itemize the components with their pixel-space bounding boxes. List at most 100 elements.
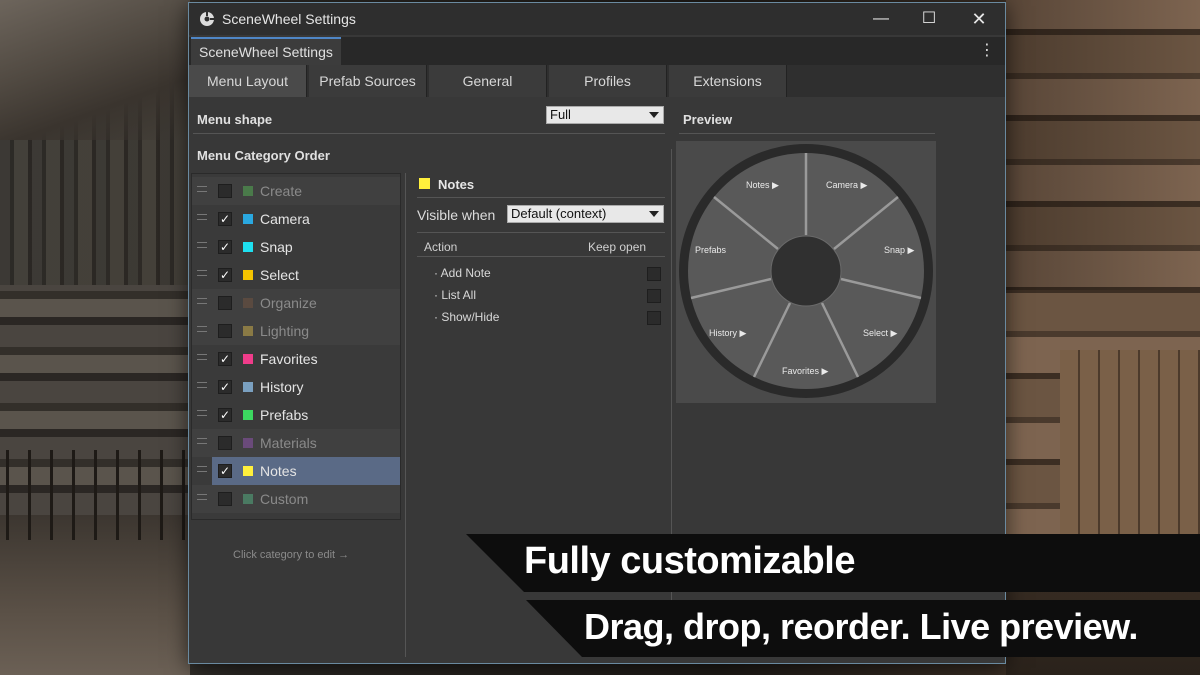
category-row-organize[interactable]: Organize bbox=[192, 289, 400, 317]
wheel-center bbox=[770, 235, 842, 307]
tab-profiles[interactable]: Profiles bbox=[549, 65, 667, 97]
category-label: History bbox=[260, 379, 304, 395]
category-checkbox[interactable] bbox=[218, 296, 232, 310]
tab-general[interactable]: General bbox=[429, 65, 547, 97]
wheel-segment-favorites: Favorites ▶ bbox=[782, 366, 829, 376]
category-row-materials[interactable]: Materials bbox=[192, 429, 400, 457]
drag-handle-icon[interactable] bbox=[197, 382, 207, 388]
drag-handle-icon[interactable] bbox=[197, 298, 207, 304]
wheel-preview-svg: Notes ▶ Camera ▶ Snap ▶ Select ▶ Favorit… bbox=[679, 144, 933, 398]
roof bbox=[0, 0, 190, 140]
category-label: Lighting bbox=[260, 323, 310, 339]
detail-title: Notes bbox=[438, 177, 475, 192]
chevron-down-icon bbox=[649, 112, 659, 118]
color-swatch bbox=[243, 466, 253, 476]
minimize-button[interactable]: — bbox=[857, 3, 905, 35]
maximize-button[interactable]: ☐ bbox=[905, 3, 953, 35]
drag-handle-icon[interactable] bbox=[197, 186, 207, 192]
headline-banner: Fully customizable bbox=[466, 534, 1200, 592]
drag-handle-icon[interactable] bbox=[197, 326, 207, 332]
keep-open-checkbox[interactable] bbox=[647, 289, 661, 303]
subline-text: Drag, drop, reorder. Live preview. bbox=[584, 606, 1138, 647]
category-label: Create bbox=[260, 183, 303, 199]
panel-divider bbox=[405, 173, 406, 657]
drag-handle-icon[interactable] bbox=[197, 214, 207, 220]
category-order-label: Menu Category Order bbox=[197, 148, 330, 163]
category-label: Notes bbox=[260, 463, 297, 479]
category-row-camera[interactable]: ✓ Camera bbox=[192, 205, 400, 233]
category-row-lighting[interactable]: Lighting bbox=[192, 317, 400, 345]
drag-handle-icon[interactable] bbox=[197, 354, 207, 360]
category-checkbox[interactable] bbox=[218, 436, 232, 450]
divider bbox=[417, 256, 665, 257]
wheel-segment-history: History ▶ bbox=[709, 328, 747, 338]
divider bbox=[679, 133, 935, 134]
close-button[interactable]: ✕ bbox=[955, 3, 1003, 35]
menu-shape-select[interactable]: Full bbox=[546, 106, 664, 124]
category-label: Custom bbox=[260, 491, 309, 507]
tab-prefab-sources[interactable]: Prefab Sources bbox=[309, 65, 427, 97]
keep-open-checkbox[interactable] bbox=[647, 311, 661, 325]
category-row-history[interactable]: ✓ History bbox=[192, 373, 400, 401]
color-swatch bbox=[243, 186, 253, 196]
category-checkbox[interactable]: ✓ bbox=[218, 408, 232, 422]
category-row-favorites[interactable]: ✓ Favorites bbox=[192, 345, 400, 373]
barn-door bbox=[1060, 350, 1200, 550]
category-checkbox[interactable] bbox=[218, 324, 232, 338]
headline-text: Fully customizable bbox=[524, 540, 855, 582]
color-swatch bbox=[243, 214, 253, 224]
color-swatch bbox=[243, 242, 253, 252]
wheel-segment-prefabs: Prefabs bbox=[695, 245, 727, 255]
fence bbox=[0, 450, 190, 540]
category-label: Favorites bbox=[260, 351, 318, 367]
drag-handle-icon[interactable] bbox=[197, 466, 207, 472]
app-icon bbox=[200, 12, 214, 26]
category-label: Camera bbox=[260, 211, 310, 227]
visible-when-value: Default (context) bbox=[511, 206, 607, 221]
category-list: Create ✓ Camera ✓ Snap ✓ Select Organize bbox=[191, 173, 401, 520]
drag-handle-icon[interactable] bbox=[197, 270, 207, 276]
category-row-notes[interactable]: ✓ Notes bbox=[192, 457, 400, 485]
category-checkbox[interactable]: ✓ bbox=[218, 464, 232, 478]
visible-when-label: Visible when bbox=[417, 207, 496, 223]
color-swatch bbox=[243, 382, 253, 392]
category-checkbox[interactable]: ✓ bbox=[218, 212, 232, 226]
action-list-all[interactable]: · List All bbox=[434, 288, 476, 302]
color-swatch bbox=[243, 494, 253, 504]
tab-menu-layout[interactable]: Menu Layout bbox=[189, 65, 307, 97]
more-options-icon[interactable]: ⋮ bbox=[979, 43, 995, 59]
drag-handle-icon[interactable] bbox=[197, 410, 207, 416]
action-add-note[interactable]: · Add Note bbox=[434, 266, 491, 280]
category-label: Select bbox=[260, 267, 299, 283]
category-row-prefabs[interactable]: ✓ Prefabs bbox=[192, 401, 400, 429]
keep-open-column-header: Keep open bbox=[588, 240, 647, 254]
window-title: SceneWheel Settings bbox=[222, 11, 356, 27]
divider bbox=[193, 133, 665, 134]
drag-handle-icon[interactable] bbox=[197, 242, 207, 248]
category-checkbox[interactable]: ✓ bbox=[218, 380, 232, 394]
category-checkbox[interactable]: ✓ bbox=[218, 268, 232, 282]
category-checkbox[interactable]: ✓ bbox=[218, 240, 232, 254]
visible-when-select[interactable]: Default (context) bbox=[507, 205, 664, 223]
category-row-snap[interactable]: ✓ Snap bbox=[192, 233, 400, 261]
menu-shape-label: Menu shape bbox=[197, 112, 273, 127]
category-row-custom[interactable]: Custom bbox=[192, 485, 400, 513]
category-row-create[interactable]: Create bbox=[192, 177, 400, 205]
category-checkbox[interactable] bbox=[218, 492, 232, 506]
keep-open-checkbox[interactable] bbox=[647, 267, 661, 281]
category-checkbox[interactable]: ✓ bbox=[218, 352, 232, 366]
drag-handle-icon[interactable] bbox=[197, 494, 207, 500]
tab-extensions[interactable]: Extensions bbox=[669, 65, 787, 97]
title-bar[interactable]: SceneWheel Settings — ☐ ✕ bbox=[189, 3, 1005, 35]
action-column-header: Action bbox=[424, 240, 458, 254]
wheel-segment-notes: Notes ▶ bbox=[746, 180, 779, 190]
action-show-hide[interactable]: · Show/Hide bbox=[434, 310, 499, 324]
divider bbox=[417, 232, 665, 233]
subline-banner: Drag, drop, reorder. Live preview. bbox=[526, 600, 1200, 657]
category-row-select[interactable]: ✓ Select bbox=[192, 261, 400, 289]
color-swatch bbox=[243, 270, 253, 280]
category-checkbox[interactable] bbox=[218, 184, 232, 198]
document-tab[interactable]: SceneWheel Settings bbox=[191, 37, 341, 65]
divider bbox=[417, 197, 665, 198]
drag-handle-icon[interactable] bbox=[197, 438, 207, 444]
